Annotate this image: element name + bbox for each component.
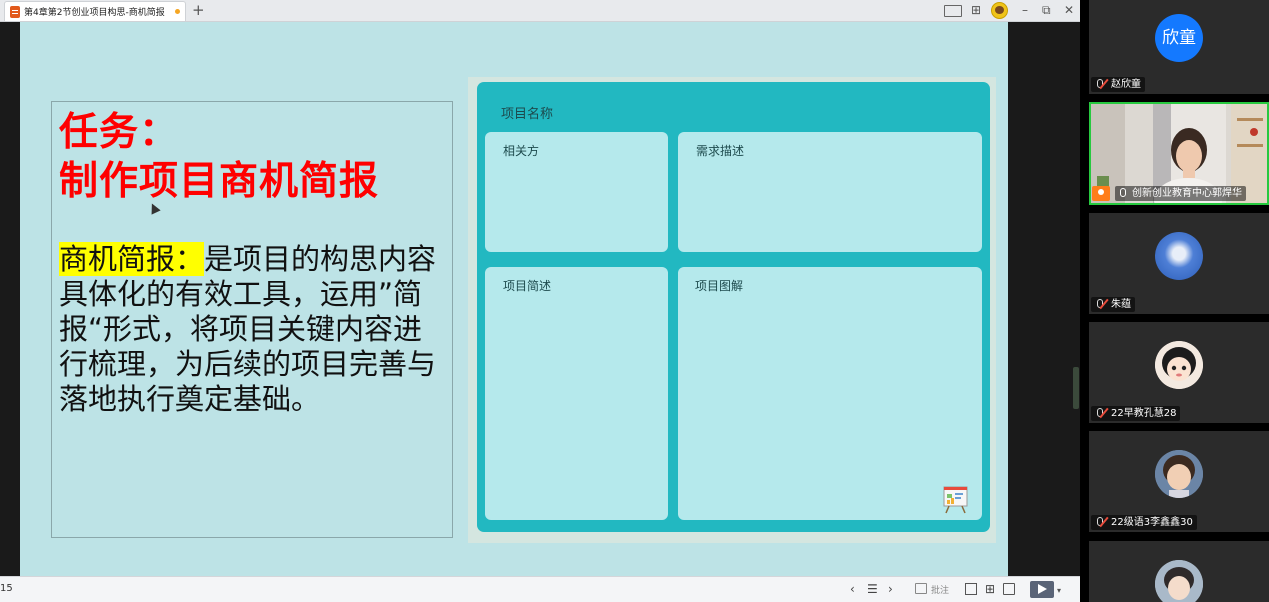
avatar	[1155, 341, 1203, 389]
mic-icon	[1120, 188, 1126, 197]
layout-toggle-icon[interactable]	[944, 5, 962, 17]
unsaved-indicator-icon	[175, 9, 180, 14]
next-slide-button[interactable]: ›	[888, 581, 893, 597]
notes-icon[interactable]	[915, 583, 927, 594]
participant-name-tag: 22早教孔慧28	[1091, 406, 1181, 421]
photo-avatar-icon	[1155, 560, 1203, 602]
slideshow-play-button[interactable]	[1030, 581, 1054, 598]
avatar	[1155, 232, 1203, 280]
muted-mic-icon	[1097, 408, 1103, 417]
notes-label[interactable]: 批注	[931, 583, 949, 599]
task-text-box[interactable]: 任务： 制作项目商机简报 商机简报：是项目的构思内容具体化的有效工具，运用”简报…	[51, 101, 453, 538]
diagram-label: 项目图解	[695, 279, 744, 293]
participant-tile[interactable]: 22级语3李鑫鑫30	[1089, 431, 1269, 532]
user-avatar-icon[interactable]	[991, 2, 1008, 19]
new-tab-button[interactable]: +	[192, 1, 205, 19]
avatar: 欣童	[1155, 14, 1203, 62]
stakeholders-card[interactable]: 相关方	[485, 132, 668, 252]
restore-button[interactable]: ⧉	[1042, 2, 1051, 18]
participant-name-tag: 创新创业教育中心郭焊华	[1115, 186, 1246, 201]
cartoon-girl-avatar-icon	[1155, 341, 1203, 389]
avatar	[1155, 560, 1203, 602]
summary-label: 项目简述	[503, 279, 552, 293]
presentation-file-icon	[10, 6, 20, 18]
muted-mic-icon	[1097, 299, 1103, 308]
project-name-label: 项目名称	[501, 107, 554, 122]
page-number: 15	[0, 583, 13, 594]
needs-card[interactable]: 需求描述	[678, 132, 982, 252]
slideshow-options-dropdown[interactable]: ▾	[1057, 583, 1061, 599]
definition-paragraph: 商机简报：是项目的构思内容具体化的有效工具，运用”简报“形式，将项目关键内容进行…	[59, 242, 439, 417]
reading-view-button[interactable]	[1003, 583, 1015, 595]
participant-name: 朱蕴	[1111, 299, 1131, 310]
slide-list-button[interactable]: ☰	[867, 581, 878, 597]
task-heading-line2: 制作项目商机简报	[59, 159, 380, 204]
task-heading-line1: 任务：	[59, 110, 180, 155]
participant-name: 22级语3李鑫鑫30	[1111, 517, 1193, 528]
highlighted-term: 商机简报：	[59, 242, 205, 276]
participant-name: 22早教孔慧28	[1111, 408, 1177, 419]
needs-label: 需求描述	[696, 144, 745, 158]
participant-name-tag: 赵欣童	[1091, 77, 1145, 92]
participant-name: 创新创业教育中心郭焊华	[1132, 188, 1242, 199]
host-badge-icon	[1092, 186, 1110, 201]
brief-template-panel[interactable]: 项目名称 相关方 需求描述 项目简述 项目图解	[477, 82, 990, 532]
slide-canvas: 任务： 制作项目商机简报 商机简报：是项目的构思内容具体化的有效工具，运用”简报…	[0, 22, 1080, 576]
previous-slide-button[interactable]: ‹	[850, 581, 855, 597]
participant-name: 赵欣童	[1111, 79, 1141, 90]
participant-tile-active-speaker[interactable]: 创新创业教育中心郭焊华	[1089, 102, 1269, 205]
participant-panel: 欣童 赵欣童 创新创业教育中心郭焊华 朱蕴 22早教孔慧28 22级语3李鑫鑫3…	[1087, 0, 1269, 602]
participant-tile[interactable]: 22早教孔慧28	[1089, 322, 1269, 423]
avatar	[1155, 450, 1203, 498]
diagram-card[interactable]: 项目图解	[678, 267, 982, 520]
task-heading: 任务： 制作项目商机简报	[59, 108, 449, 206]
app-grid-icon[interactable]: ⊞	[971, 2, 981, 18]
close-button[interactable]: ✕	[1064, 2, 1074, 18]
title-bar: 第4章第2节创业项目构思-商机简报 + ⊞ – ⧉ ✕	[0, 0, 1080, 22]
presentation-board-icon	[943, 486, 968, 514]
presentation-app: 第4章第2节创业项目构思-商机简报 + ⊞ – ⧉ ✕ 任务： 制作项目商机简报…	[0, 0, 1080, 602]
minimize-button[interactable]: –	[1022, 2, 1028, 18]
muted-mic-icon	[1097, 517, 1103, 526]
normal-view-button[interactable]	[965, 583, 977, 595]
photo-avatar-icon	[1155, 450, 1203, 498]
brief-template-frame: 项目名称 相关方 需求描述 项目简述 项目图解	[468, 77, 996, 543]
side-scroll-handle[interactable]	[1073, 367, 1079, 409]
participant-tile[interactable]: 欣童 赵欣童	[1089, 0, 1269, 94]
participant-name-tag: 朱蕴	[1091, 297, 1135, 312]
slide[interactable]: 任务： 制作项目商机简报 商机简报：是项目的构思内容具体化的有效工具，运用”简报…	[20, 22, 1008, 576]
participant-tile[interactable]: 朱蕴	[1089, 213, 1269, 314]
summary-card[interactable]: 项目简述	[485, 267, 668, 520]
document-tab-title: 第4章第2节创业项目构思-商机简报	[24, 8, 165, 18]
document-tab[interactable]: 第4章第2节创业项目构思-商机简报	[4, 1, 186, 21]
status-bar: 15 ‹ ☰ › 批注 ⊞ ▾	[0, 576, 1080, 602]
muted-mic-icon	[1097, 79, 1103, 88]
stakeholders-label: 相关方	[503, 144, 540, 158]
participant-tile[interactable]	[1089, 541, 1269, 602]
participant-name-tag: 22级语3李鑫鑫30	[1091, 515, 1197, 530]
slide-sorter-button[interactable]: ⊞	[985, 581, 995, 597]
